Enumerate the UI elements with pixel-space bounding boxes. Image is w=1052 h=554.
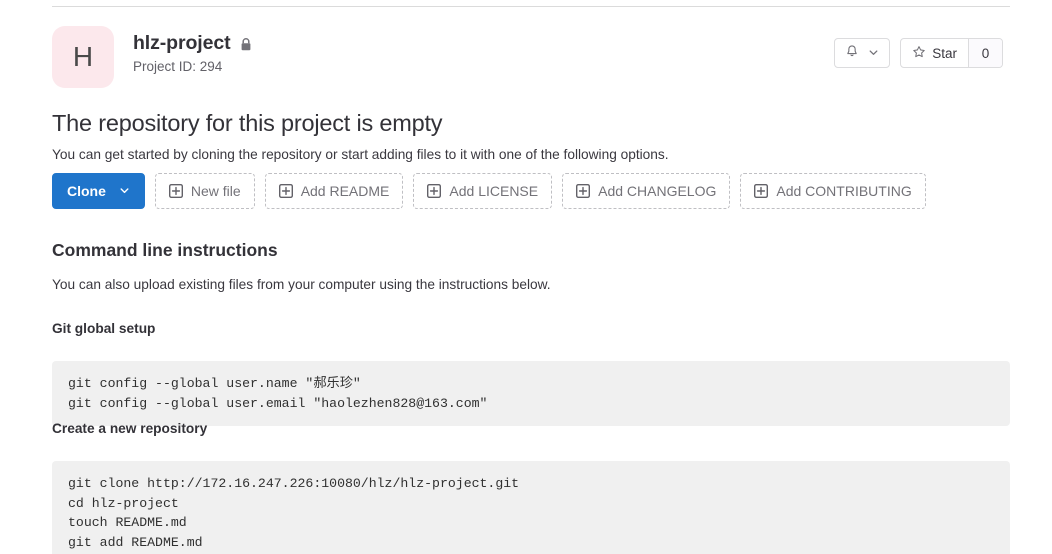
new-file-label: New file	[190, 183, 241, 199]
add-license-button[interactable]: Add LICENSE	[413, 173, 553, 209]
chevron-down-icon	[119, 183, 130, 199]
add-readme-button[interactable]: Add README	[264, 173, 404, 209]
cli-description: You can also upload existing files from …	[52, 277, 551, 292]
empty-repo-heading: The repository for this project is empty	[52, 110, 443, 136]
star-button[interactable]: Star 0	[900, 38, 1003, 68]
plus-square-icon	[576, 184, 591, 198]
plus-square-icon	[427, 184, 442, 198]
add-changelog-button[interactable]: Add CHANGELOG	[562, 173, 731, 209]
bell-icon	[845, 44, 859, 62]
star-icon	[912, 45, 926, 62]
add-readme-label: Add README	[300, 183, 390, 199]
new-file-button[interactable]: New file	[154, 173, 255, 209]
notification-button[interactable]	[834, 38, 891, 68]
create-new-repository-label: Create a new repository	[52, 421, 208, 436]
avatar-letter: H	[72, 41, 94, 72]
add-contributing-label: Add CONTRIBUTING	[776, 183, 912, 199]
plus-square-icon	[754, 184, 769, 198]
project-avatar: H	[52, 26, 114, 88]
star-button-main[interactable]: Star	[901, 39, 968, 67]
page-title: hlz-project	[133, 32, 231, 54]
star-count[interactable]: 0	[968, 39, 1002, 67]
repo-action-buttons: Clone New file Add README Add LICENSE Ad…	[52, 173, 926, 209]
add-changelog-label: Add CHANGELOG	[598, 183, 717, 199]
create-new-repository-code[interactable]: git clone http://172.16.247.226:10080/hl…	[52, 461, 1010, 554]
lock-icon	[239, 37, 253, 52]
empty-repo-description: You can get started by cloning the repos…	[52, 147, 669, 162]
clone-button-label: Clone	[67, 183, 106, 199]
clone-button[interactable]: Clone	[52, 173, 145, 209]
chevron-down-icon	[868, 46, 879, 61]
add-contributing-button[interactable]: Add CONTRIBUTING	[740, 173, 926, 209]
git-global-setup-label: Git global setup	[52, 321, 156, 336]
plus-square-icon	[278, 184, 293, 198]
add-license-label: Add LICENSE	[449, 183, 539, 199]
project-empty-repo-page: H hlz-project Project ID: 294 Star 0 The…	[0, 0, 1052, 554]
plus-square-icon	[168, 184, 183, 198]
git-global-setup-code[interactable]: git config --global user.name "郝乐珍" git …	[52, 361, 1010, 427]
cli-heading: Command line instructions	[52, 240, 278, 260]
header-actions: Star 0	[834, 38, 1003, 68]
header-divider	[52, 6, 1010, 7]
star-label: Star	[932, 45, 957, 61]
